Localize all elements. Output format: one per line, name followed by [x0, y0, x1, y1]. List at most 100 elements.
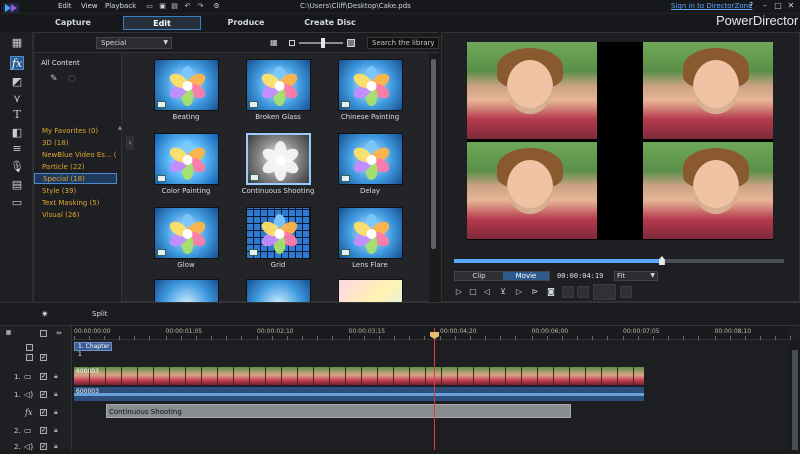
category-scroll-up-icon[interactable]: ▲: [118, 125, 122, 131]
audio-mixing-icon[interactable]: ≡: [10, 142, 24, 156]
movie-mode-button[interactable]: Movie: [503, 272, 549, 280]
timeline-scrollbar[interactable]: [790, 340, 800, 450]
all-content-label[interactable]: All Content: [41, 59, 80, 67]
category-item-selected[interactable]: Special (18): [34, 173, 117, 184]
scrollbar-thumb[interactable]: [792, 350, 798, 450]
new-project-icon[interactable]: ▭: [145, 2, 154, 11]
magic-tools-icon[interactable]: ✷: [41, 310, 49, 320]
effect-thumbnail-broken-glass[interactable]: Broken Glass: [238, 57, 318, 129]
open-project-icon[interactable]: ▣: [158, 2, 167, 11]
track-checkbox[interactable]: ✓: [40, 391, 47, 398]
settings-gear-icon[interactable]: ⚙: [212, 2, 221, 11]
effect-thumbnail-glow[interactable]: Glow: [146, 205, 226, 277]
scrubber-handle[interactable]: [658, 256, 665, 265]
lock-icon[interactable]: 🔒︎: [54, 426, 58, 435]
transition-room-icon[interactable]: ◧: [10, 126, 24, 140]
playback-scrubber[interactable]: [454, 256, 784, 265]
play-icon[interactable]: ▷: [454, 287, 464, 297]
subtitle-track-icon[interactable]: [26, 354, 33, 361]
track-checkbox[interactable]: ✓: [40, 443, 47, 450]
effect-thumbnail-chinese-painting[interactable]: Chinese Painting: [330, 57, 410, 129]
clip-mode-button[interactable]: Clip: [455, 272, 503, 280]
effect-thumbnail[interactable]: [330, 277, 410, 303]
snapshot-icon[interactable]: ◙: [546, 287, 556, 297]
split-button[interactable]: Split: [92, 310, 108, 318]
lock-icon[interactable]: 🔒︎: [54, 390, 58, 399]
title-room-icon[interactable]: T: [10, 108, 24, 122]
maximize-icon[interactable]: □: [773, 1, 783, 11]
playhead[interactable]: [434, 328, 435, 450]
undo-icon[interactable]: ↶: [183, 2, 192, 11]
tab-create-disc[interactable]: Create Disc: [300, 16, 360, 30]
category-item[interactable]: 3D (18): [34, 138, 117, 149]
help-icon[interactable]: ?: [746, 1, 756, 11]
category-item[interactable]: Visual (26): [34, 210, 117, 221]
chapter-marker-icon[interactable]: [26, 344, 33, 351]
stop-icon[interactable]: □: [468, 287, 478, 297]
subtitle-room-icon[interactable]: ▭: [10, 196, 24, 210]
sign-in-link[interactable]: Sign in to DirectorZone: [671, 2, 752, 10]
effect-thumbnail-delay[interactable]: Delay: [330, 131, 410, 203]
effect-thumbnail-continuous-shooting[interactable]: Continuous Shooting: [238, 131, 318, 203]
scrollbar-thumb[interactable]: [431, 59, 436, 249]
category-item[interactable]: Text Masking (5): [34, 198, 117, 209]
zoom-fit-dropdown[interactable]: Fit ▼: [614, 271, 658, 281]
track-checkbox[interactable]: ✓: [40, 427, 47, 434]
effect-thumbnail-color-painting[interactable]: Color Painting: [146, 131, 226, 203]
menu-playback[interactable]: Playback: [105, 2, 136, 10]
previous-frame-icon[interactable]: ◁: [482, 287, 492, 297]
effect-thumbnail-grid[interactable]: Grid: [238, 205, 318, 277]
minimize-icon[interactable]: –: [760, 1, 770, 11]
add-category-icon[interactable]: ✎: [50, 74, 58, 84]
category-dropdown[interactable]: Special ▼: [96, 37, 172, 49]
delete-category-icon[interactable]: ◌: [68, 74, 76, 84]
category-item[interactable]: Particle (22): [34, 162, 117, 173]
tab-produce[interactable]: Produce: [216, 16, 276, 30]
slider-knob[interactable]: [321, 38, 325, 48]
next-frame-icon[interactable]: ▷: [514, 287, 524, 297]
redo-icon[interactable]: ↷: [196, 2, 205, 11]
voice-over-icon[interactable]: 🎙: [10, 160, 24, 174]
search-input[interactable]: Search the library: [367, 37, 439, 49]
effect-clip[interactable]: Continuous Shooting: [106, 404, 571, 418]
fast-forward-icon[interactable]: ⊳: [530, 287, 540, 297]
fx-room-icon[interactable]: fx: [10, 56, 24, 70]
tab-edit[interactable]: Edit: [123, 16, 201, 30]
subtitle-track-checkbox[interactable]: ✓: [40, 354, 47, 361]
save-icon[interactable]: ▤: [170, 2, 179, 11]
effect-thumbnail[interactable]: [238, 277, 318, 303]
category-item[interactable]: NewBlue Video Es... (10): [34, 150, 117, 161]
particle-room-icon[interactable]: ⋎: [10, 92, 24, 106]
track-enable-all-checkbox[interactable]: [40, 330, 47, 337]
audio-clip[interactable]: 600003: [74, 387, 644, 401]
lock-icon[interactable]: 🔒︎: [54, 372, 58, 381]
category-item[interactable]: My Favorites (0): [34, 126, 117, 137]
menu-view[interactable]: View: [81, 2, 98, 10]
grid-view-icon[interactable]: ▦: [270, 38, 279, 47]
close-icon[interactable]: ✕: [786, 1, 796, 11]
track-checkbox[interactable]: ✓: [40, 409, 47, 416]
collapse-panel-button[interactable]: ‹: [126, 136, 134, 150]
effect-thumbnail[interactable]: [146, 277, 226, 303]
library-scrollbar[interactable]: [429, 53, 438, 303]
undock-button[interactable]: [593, 284, 616, 300]
effect-thumbnail-lens-flare[interactable]: Lens Flare: [330, 205, 410, 277]
pip-room-icon[interactable]: ◩: [10, 75, 24, 89]
volume-button[interactable]: [562, 286, 574, 298]
media-room-icon[interactable]: ▦: [10, 36, 24, 50]
thumbnail-size-slider[interactable]: [289, 38, 355, 48]
tab-capture[interactable]: Capture: [43, 16, 103, 30]
timecode-display[interactable]: 00:00:04:19: [557, 271, 609, 281]
menu-edit[interactable]: Edit: [58, 2, 72, 10]
track-checkbox[interactable]: ✓: [40, 373, 47, 380]
lock-icon[interactable]: 🔒︎: [54, 408, 58, 417]
effect-thumbnail-beating[interactable]: Beating: [146, 57, 226, 129]
category-item[interactable]: Style (39): [34, 186, 117, 197]
monitor-button[interactable]: [577, 286, 589, 298]
video-clip[interactable]: 600003: [74, 367, 644, 385]
fit-timeline-icon[interactable]: ⇹: [56, 329, 62, 337]
timeline-view-icon[interactable]: ▦: [5, 330, 12, 337]
split-clip-icon[interactable]: ⊻: [498, 287, 508, 297]
chapter-room-icon[interactable]: ▤: [10, 178, 24, 192]
fullscreen-button[interactable]: [620, 286, 632, 298]
